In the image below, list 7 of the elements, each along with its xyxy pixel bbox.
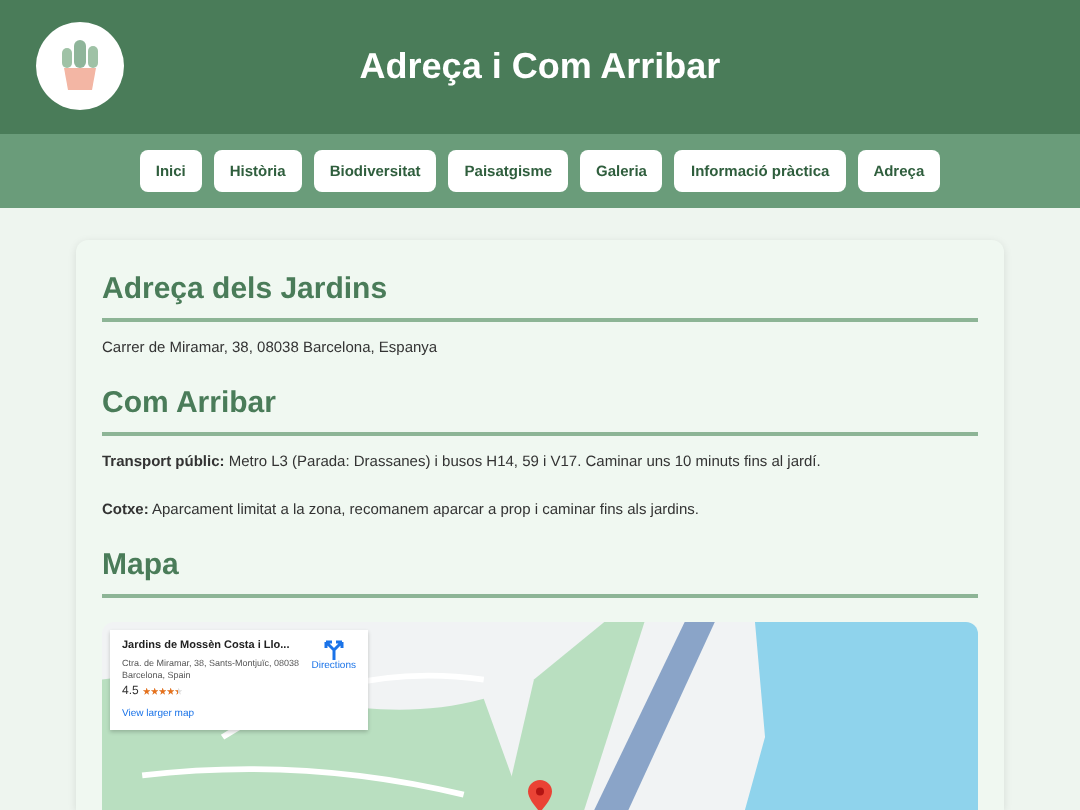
section-heading: Adreça dels Jardins [102, 272, 390, 306]
section-heading: Com Arribar [102, 386, 278, 420]
directions-icon [323, 640, 344, 660]
cactus-logo-icon [36, 22, 124, 110]
page-title: Adreça i Com Arribar [359, 46, 721, 88]
section-heading: Mapa [102, 548, 181, 582]
map-pin-icon [528, 780, 552, 810]
